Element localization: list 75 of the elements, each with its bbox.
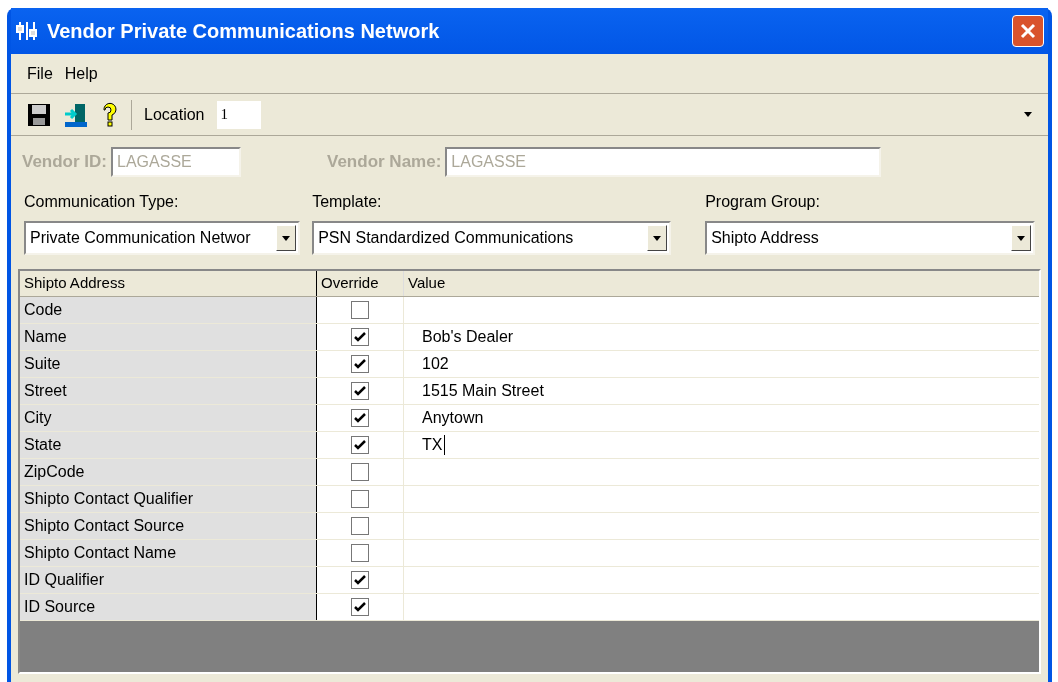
exit-door-icon[interactable] [63,101,89,128]
field-name-cell: Code [20,297,317,323]
column-header: Shipto Address [20,271,317,296]
checkmark-icon [354,386,366,396]
value-cell[interactable] [404,567,1039,593]
save-icon[interactable] [27,102,51,127]
override-checkbox[interactable] [351,355,369,373]
field-name-cell: ID Source [20,594,317,620]
caret-icon [653,235,662,241]
close-icon [1019,22,1037,40]
help-icon[interactable] [101,101,119,128]
value-cell[interactable] [404,459,1039,485]
checkmark-icon [354,359,366,369]
vendor-id-label: Vendor ID: [22,151,107,174]
dropdown[interactable]: PSN Standardized Communications [312,221,672,255]
column-header: Value [407,273,447,294]
dropdown-value: Shipto Address [711,228,820,248]
override-checkbox[interactable] [351,598,369,616]
override-checkbox[interactable] [351,517,369,535]
override-checkbox[interactable] [351,463,369,481]
checkmark-icon [354,413,366,423]
value-cell[interactable] [404,513,1039,539]
field-name-cell: ZipCode [20,459,317,485]
location-label: Location [144,104,205,125]
value-cell[interactable] [404,594,1039,620]
override-checkbox[interactable] [351,436,369,454]
dropdown-arrow-button[interactable] [647,225,668,251]
value-cell[interactable]: Anytown [404,405,1039,431]
location-field[interactable]: 1 [216,100,261,129]
dropdown[interactable]: Shipto Address [705,221,1035,255]
value-cell[interactable]: Bob's Dealer [404,324,1039,350]
field-name-cell: Shipto Contact Source [20,513,317,539]
menu-item[interactable]: File [27,61,53,86]
field-name-cell: State [20,432,317,458]
window-title: Vendor Private Communications Network [47,19,441,44]
checkmark-icon [354,332,366,342]
column-header: Override [317,271,404,296]
field-name-cell: ID Qualifier [20,567,317,593]
value-cell[interactable] [404,297,1039,323]
override-checkbox[interactable] [351,301,369,319]
dropdown-label: Program Group: [705,192,821,212]
value-cell[interactable] [404,540,1039,566]
value-cell[interactable]: 1515 Main Street [404,378,1039,404]
field-name-cell: City [20,405,317,431]
field-name-cell: Street [20,378,317,404]
value-cell[interactable]: 102 [404,351,1039,377]
override-checkbox[interactable] [351,409,369,427]
vendor-name-label: Vendor Name: [327,151,442,174]
close-button[interactable] [1012,15,1044,47]
field-name-cell: Name [20,324,317,350]
override-checkbox[interactable] [351,571,369,589]
checkmark-icon [354,602,366,612]
value-cell[interactable] [404,486,1039,512]
dropdown[interactable]: Private Communication Networ [24,221,301,255]
dropdown-value: PSN Standardized Communications [318,228,575,248]
override-checkbox[interactable] [351,490,369,508]
dropdown-label: Communication Type: [24,192,180,212]
value-cell[interactable]: TX [404,432,1039,458]
caret-icon [1017,235,1025,241]
dropdown-arrow-button[interactable] [1011,225,1031,251]
checkmark-icon [354,575,366,585]
app-icon [15,20,39,42]
caret-icon [1024,112,1032,117]
field-name-cell: Shipto Contact Name [20,540,317,566]
caret-icon [282,235,291,241]
menu-item[interactable]: Help [64,61,98,86]
override-checkbox[interactable] [351,382,369,400]
override-checkbox[interactable] [351,544,369,562]
override-checkbox[interactable] [351,328,369,346]
dropdown-value: Private Communication Networ [30,228,252,248]
dropdown-label: Template: [312,192,383,212]
checkmark-icon [354,440,366,450]
field-name-cell: Shipto Contact Qualifier [20,486,317,512]
field-name-cell: Suite [20,351,317,377]
dropdown-arrow-button[interactable] [276,225,297,251]
